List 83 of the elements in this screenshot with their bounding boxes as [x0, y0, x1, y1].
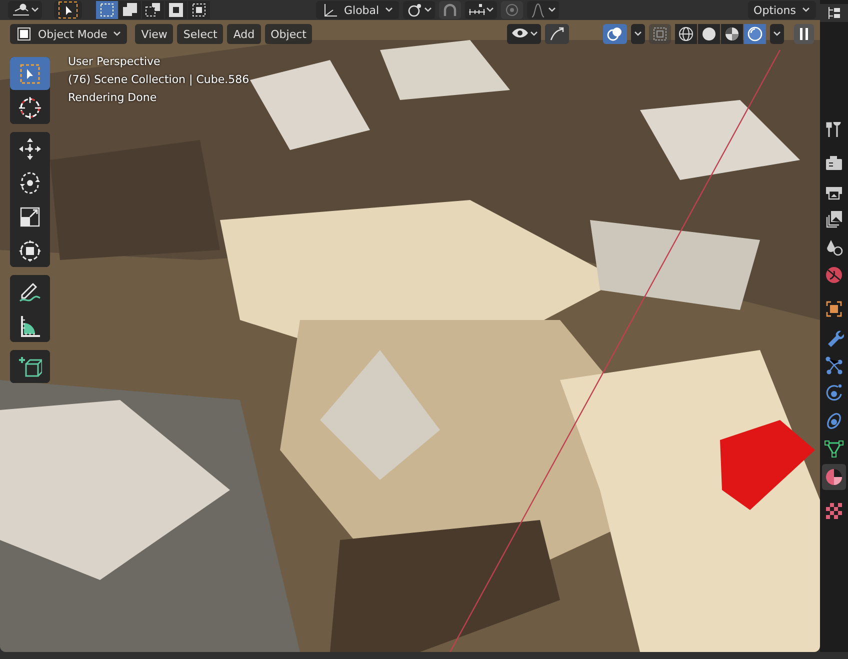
object-mode-dropdown[interactable]: Object Mode — [10, 24, 128, 44]
xray-toggle[interactable] — [649, 24, 671, 44]
shading-mode-button[interactable] — [675, 24, 697, 44]
selection-mode-button[interactable] — [165, 1, 187, 19]
viewport-icon — [11, 2, 31, 18]
properties-tab[interactable] — [822, 464, 846, 490]
linked-rings-icon — [824, 411, 844, 431]
image-stack-icon — [824, 209, 844, 229]
select-extend-icon — [121, 1, 139, 19]
visibility-dropdown[interactable] — [507, 24, 541, 44]
select-box-icon — [57, 1, 79, 19]
material-sphere-icon — [724, 26, 740, 42]
caret-icon — [31, 7, 39, 13]
shading-dropdown[interactable] — [770, 24, 784, 44]
gizmo-arrow-icon — [548, 26, 566, 42]
overlays-toggle[interactable] — [603, 24, 627, 44]
caret-icon — [530, 31, 538, 37]
ruler-icon — [18, 314, 42, 338]
snap-increment-icon — [468, 3, 486, 17]
selection-mode-button[interactable] — [96, 1, 118, 19]
menu-item[interactable]: Select — [177, 24, 224, 44]
select-tool-button[interactable] — [54, 1, 82, 19]
proportional-circle-icon — [504, 2, 520, 18]
proportional-edit-toggle[interactable] — [501, 1, 524, 19]
cursor-icon — [18, 96, 42, 120]
camera-back-icon — [824, 153, 844, 173]
pivot-dropdown[interactable] — [403, 1, 436, 19]
globe-icon — [824, 265, 844, 285]
caret-icon — [424, 7, 432, 13]
selection-mode-button[interactable] — [188, 1, 210, 19]
shading-mode-button[interactable] — [744, 24, 766, 44]
editor-type-button[interactable] — [8, 1, 42, 19]
caret-icon — [548, 7, 556, 13]
solid-sphere-icon — [701, 26, 717, 42]
menu-item[interactable]: Object — [264, 24, 312, 44]
selection-mode-button[interactable] — [119, 1, 141, 19]
menu-item[interactable]: View — [135, 24, 174, 44]
caret-icon — [385, 7, 394, 13]
options-dropdown[interactable]: Options — [748, 1, 816, 19]
triangle-vertices-icon — [824, 439, 844, 459]
caret-icon — [773, 31, 781, 37]
object-mode-icon — [16, 26, 32, 42]
add-cube-icon — [18, 354, 42, 378]
shading-mode-button[interactable] — [721, 24, 743, 44]
gizmo-toggle[interactable] — [545, 24, 569, 44]
viewport-info-text: User Perspective — [68, 54, 162, 69]
viewport-info-text: (76) Scene Collection | Cube.586 — [68, 72, 250, 87]
wireframe-sphere-icon — [678, 26, 694, 42]
transform-icon — [18, 238, 42, 262]
axes-icon — [322, 2, 338, 18]
select-box-icon — [18, 62, 42, 86]
orbit-icon — [824, 383, 844, 403]
select-invert-icon — [167, 1, 185, 19]
caret-icon — [802, 7, 810, 13]
square-object-icon — [824, 299, 844, 319]
pause-icon — [797, 27, 811, 41]
falloff-dropdown[interactable] — [527, 1, 560, 19]
overlay-circles-icon — [606, 26, 624, 42]
select-new-icon — [98, 1, 116, 19]
material-ball-icon — [824, 467, 844, 487]
select-subtract-icon — [144, 1, 162, 19]
magnet-icon — [442, 2, 458, 18]
pause-button[interactable] — [794, 24, 814, 44]
tool-button[interactable] — [10, 350, 50, 383]
rendered-sphere-icon — [747, 26, 763, 42]
snap-toggle[interactable] — [439, 1, 462, 19]
move-icon — [18, 136, 42, 160]
viewport-info-text: Rendering Done — [68, 90, 158, 105]
caret-icon — [634, 31, 642, 37]
xray-icon — [652, 26, 668, 42]
shading-mode-button[interactable] — [698, 24, 720, 44]
select-intersect-icon — [190, 1, 208, 19]
rotate-icon — [18, 170, 42, 194]
menu-item[interactable]: Add — [227, 24, 261, 44]
scale-icon — [18, 204, 42, 228]
snap-dropdown[interactable] — [465, 1, 498, 19]
selection-mode-button[interactable] — [142, 1, 164, 19]
caret-icon — [113, 31, 122, 37]
particles-icon — [824, 355, 844, 375]
overlays-dropdown[interactable] — [631, 24, 645, 44]
caret-icon — [486, 7, 494, 13]
outliner-icon — [827, 6, 841, 20]
transform-orientation-dropdown[interactable]: Global — [316, 1, 400, 19]
